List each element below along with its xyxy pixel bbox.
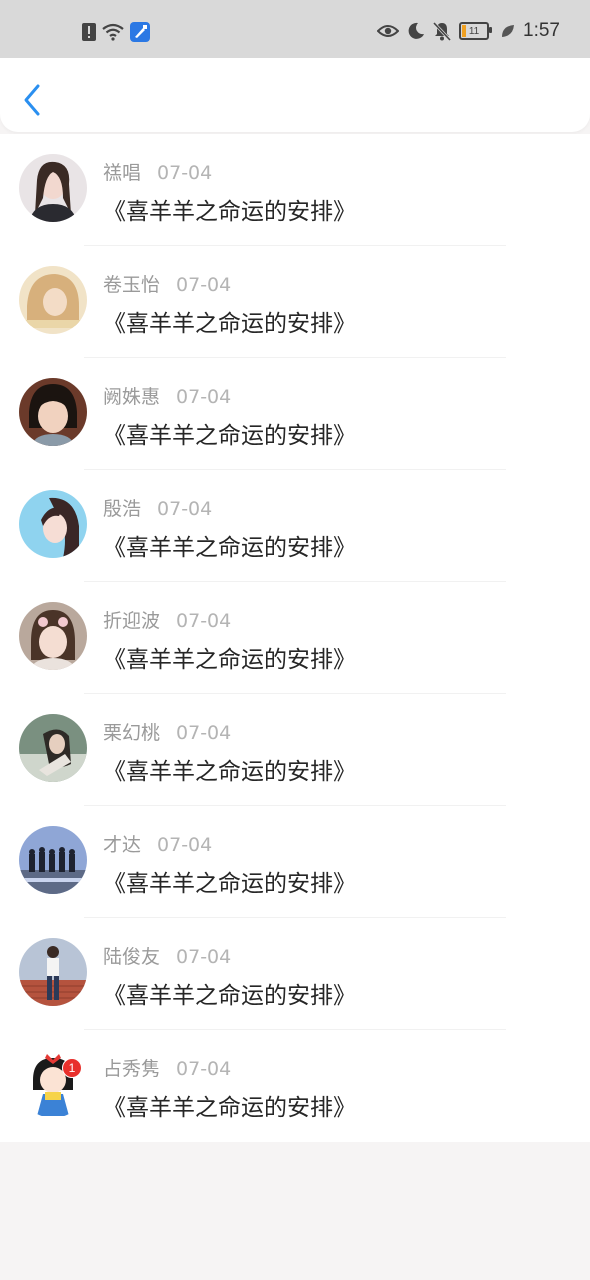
user-name: 栗幻桃	[103, 722, 161, 744]
item-date: 07-04	[157, 834, 213, 856]
item-date: 07-04	[176, 722, 232, 744]
user-name: 卷玉怡	[103, 274, 161, 296]
battery-level: 11	[468, 25, 480, 37]
notification-badge: 1	[62, 1058, 82, 1078]
item-date: 07-04	[157, 498, 213, 520]
item-meta: 栗幻桃 07-04	[103, 718, 231, 745]
status-time: 1:57	[523, 20, 560, 41]
item-title: 《喜羊羊之命运的安排》	[103, 871, 356, 897]
avatar[interactable]	[19, 154, 87, 222]
list-item[interactable]: 栗幻桃 07-04 《喜羊羊之命运的安排》	[0, 694, 590, 806]
user-name: 陆俊友	[103, 946, 161, 968]
status-left-icons	[82, 22, 150, 42]
item-date: 07-04	[176, 610, 232, 632]
back-button[interactable]	[18, 82, 48, 118]
comment-list: 禚唱 07-04 《喜羊羊之命运的安排》 卷玉怡 07-04 《喜羊羊之命运的安排》	[0, 134, 590, 1142]
user-name: 殷浩	[103, 498, 142, 520]
item-title: 《喜羊羊之命运的安排》	[103, 199, 356, 225]
chevron-left-icon	[24, 84, 40, 116]
item-meta: 才达 07-04	[103, 830, 212, 857]
list-item[interactable]: 阙姝惠 07-04 《喜羊羊之命运的安排》	[0, 358, 590, 470]
item-meta: 阙姝惠 07-04	[103, 382, 231, 409]
avatar[interactable]	[19, 826, 87, 894]
list-item[interactable]: 占秀隽 07-04 《喜羊羊之命运的安排》	[0, 1030, 590, 1142]
item-date: 07-04	[176, 274, 232, 296]
wifi-icon	[102, 23, 124, 41]
user-name: 占秀隽	[103, 1058, 161, 1080]
eye-icon	[377, 25, 400, 37]
item-title: 《喜羊羊之命运的安排》	[103, 983, 356, 1009]
item-title: 《喜羊羊之命运的安排》	[103, 759, 356, 785]
list-item[interactable]: 折迎波 07-04 《喜羊羊之命运的安排》	[0, 582, 590, 694]
status-bar: 11 1:57	[0, 0, 590, 58]
item-title: 《喜羊羊之命运的安排》	[103, 311, 356, 337]
leaf-icon	[502, 25, 515, 37]
status-right-icons: 11 1:57	[377, 20, 560, 42]
user-name: 禚唱	[103, 162, 142, 184]
list-item[interactable]: 殷浩 07-04 《喜羊羊之命运的安排》	[0, 470, 590, 582]
avatar[interactable]	[19, 714, 87, 782]
item-title: 《喜羊羊之命运的安排》	[103, 647, 356, 673]
avatar[interactable]	[19, 602, 87, 670]
item-date: 07-04	[176, 946, 232, 968]
cleaner-app-icon	[130, 22, 150, 42]
item-meta: 陆俊友 07-04	[103, 942, 231, 969]
item-meta: 卷玉怡 07-04	[103, 270, 231, 297]
item-date: 07-04	[176, 1058, 232, 1080]
item-meta: 占秀隽 07-04	[103, 1054, 231, 1081]
list-item[interactable]: 陆俊友 07-04 《喜羊羊之命运的安排》	[0, 918, 590, 1030]
avatar[interactable]	[19, 266, 87, 334]
user-name: 阙姝惠	[103, 386, 161, 408]
bell-off-icon	[433, 21, 452, 41]
item-date: 07-04	[157, 162, 213, 184]
list-item[interactable]: 禚唱 07-04 《喜羊羊之命运的安排》	[0, 134, 590, 246]
battery-icon: 11	[459, 22, 493, 40]
user-name: 才达	[103, 834, 142, 856]
list-item[interactable]: 才达 07-04 《喜羊羊之命运的安排》	[0, 806, 590, 918]
avatar[interactable]	[19, 378, 87, 446]
item-date: 07-04	[176, 386, 232, 408]
item-title: 《喜羊羊之命运的安排》	[103, 535, 356, 561]
list-item[interactable]: 卷玉怡 07-04 《喜羊羊之命运的安排》	[0, 246, 590, 358]
user-name: 折迎波	[103, 610, 161, 632]
item-meta: 禚唱 07-04	[103, 158, 212, 185]
alert-icon	[82, 23, 96, 41]
item-title: 《喜羊羊之命运的安排》	[103, 1095, 356, 1121]
avatar[interactable]	[19, 490, 87, 558]
item-meta: 殷浩 07-04	[103, 494, 212, 521]
top-bar	[0, 58, 590, 132]
item-meta: 折迎波 07-04	[103, 606, 231, 633]
item-title: 《喜羊羊之命运的安排》	[103, 423, 356, 449]
avatar[interactable]	[19, 938, 87, 1006]
moon-icon	[408, 22, 425, 39]
